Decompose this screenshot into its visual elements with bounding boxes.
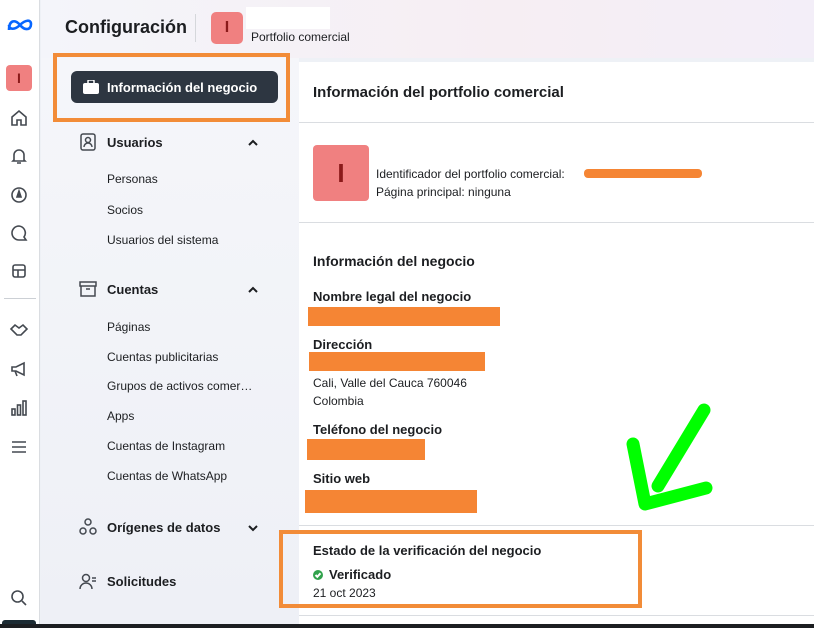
green-arrow-annotation [626,403,713,511]
redacted-address [309,352,485,371]
chat-icon[interactable] [8,222,30,244]
user-request-icon [79,573,96,590]
address-line-1: Cali, Valle del Cauca 760046 [313,376,467,390]
portfolio-name[interactable]: Portfolio comercial [251,30,350,44]
bell-icon[interactable] [8,145,30,167]
address-line-2: Colombia [313,394,364,408]
sidebar-section-accounts[interactable]: Cuentas [79,280,158,298]
home-icon[interactable] [8,107,30,129]
header: Configuración I Portfolio comercial [41,0,814,58]
portfolio-avatar-header[interactable]: I [211,12,243,44]
sidebar-item-system-users[interactable]: Usuarios del sistema [107,233,218,247]
address-label: Dirección [313,337,373,352]
sidebar-item-people[interactable]: Personas [107,172,158,186]
sidebar-item-whatsapp-accounts[interactable]: Cuentas de WhatsApp [107,469,227,483]
redacted-portfolio-id [584,169,702,178]
sidebar-item-ad-accounts[interactable]: Cuentas publicitarias [107,350,218,364]
portfolio-selector-box[interactable] [246,7,330,29]
portfolio-avatar-large: I [313,145,369,201]
settings-sidebar: Información del negocio Usuarios Persona… [41,53,299,628]
pages-icon[interactable] [8,260,30,282]
chevron-up-icon[interactable] [246,283,260,297]
left-rail: I [0,0,40,628]
portfolio-info-title: Información del portfolio comercial [313,84,564,101]
portfolio-avatar[interactable]: I [6,65,32,91]
redacted-phone [307,439,425,460]
website-label: Sitio web [313,471,371,486]
meta-logo-icon[interactable] [6,14,34,36]
handshake-icon[interactable] [8,318,30,340]
business-info-title: Información del negocio [313,253,475,269]
sidebar-section-users[interactable]: Usuarios [79,133,163,151]
highlight-box-verification [279,530,642,608]
menu-icon[interactable] [8,436,30,458]
divider [299,525,814,526]
chart-icon[interactable] [8,397,30,419]
sidebar-item-partners[interactable]: Socios [107,203,143,217]
sidebar-item-instagram-accounts[interactable]: Cuentas de Instagram [107,439,225,453]
sidebar-item-apps[interactable]: Apps [107,409,134,423]
rail-divider [4,298,36,299]
sidebar-item-asset-groups[interactable]: Grupos de activos comer… [107,379,252,393]
redacted-legal-name [308,307,500,326]
archive-icon [79,281,97,297]
bottom-edge [0,624,814,628]
phone-label: Teléfono del negocio [313,422,443,437]
divider [299,122,814,123]
sidebar-item-pages[interactable]: Páginas [107,320,150,334]
sidebar-section-requests[interactable]: Solicitudes [79,572,176,590]
user-badge-icon [80,133,96,151]
main-page-info: Página principal: ninguna [376,185,511,199]
sidebar-section-data-sources[interactable]: Orígenes de datos [79,518,220,536]
page-title: Configuración [65,17,187,37]
header-divider [195,14,196,42]
highlight-box-business-info [53,53,290,122]
chevron-down-icon[interactable] [246,521,260,535]
data-sources-icon [79,518,97,535]
portfolio-id-label: Identificador del portfolio comercial: [376,167,565,181]
search-icon[interactable] [8,587,30,609]
redacted-website [305,490,477,513]
chevron-up-icon[interactable] [246,136,260,150]
divider [299,222,814,223]
compass-icon[interactable] [8,184,30,206]
megaphone-icon[interactable] [8,358,30,380]
divider [299,615,814,616]
legal-name-label: Nombre legal del negocio [313,289,472,304]
